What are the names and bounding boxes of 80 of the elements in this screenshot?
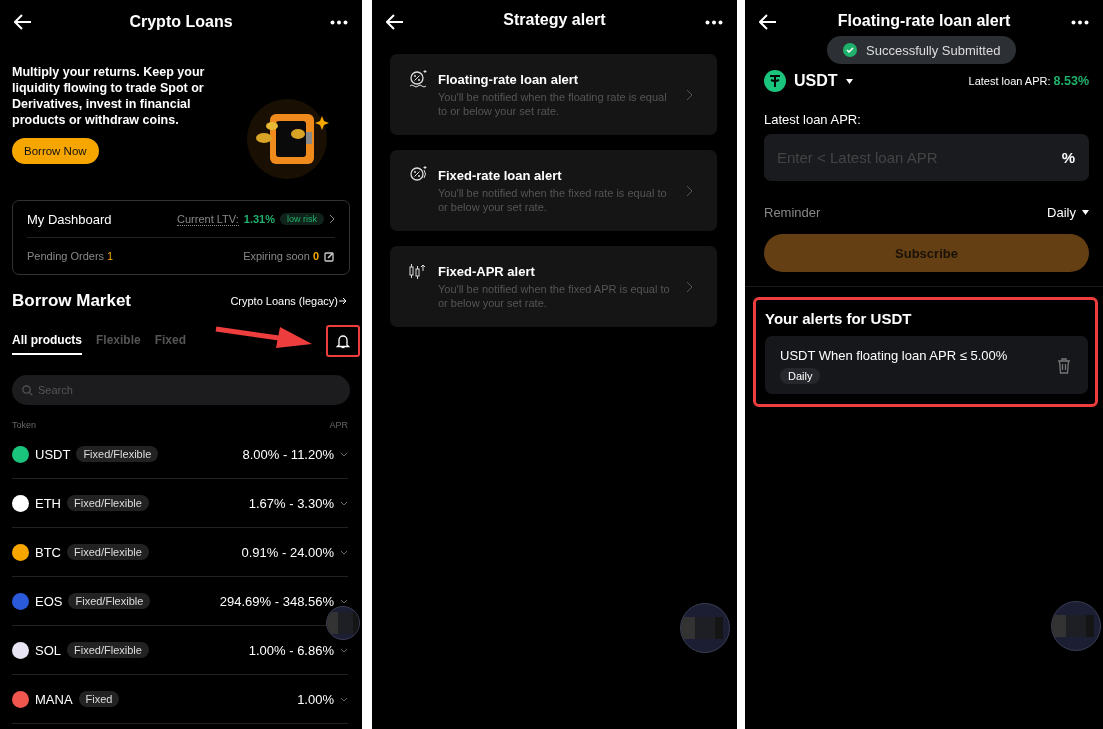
more-icon[interactable] [705, 19, 723, 25]
back-icon[interactable] [14, 14, 32, 30]
arrow-icon [339, 297, 348, 305]
alert-description: You'll be notified when the floating rate is equal to or below your set rate. [438, 89, 668, 118]
expand-icon[interactable] [340, 549, 348, 555]
chevron-icon [686, 280, 693, 293]
more-icon[interactable] [330, 19, 348, 25]
product-tag: Fixed/Flexible [76, 446, 159, 462]
expand-icon[interactable] [340, 451, 348, 457]
expand-icon[interactable] [340, 647, 348, 653]
token-name: EOS [35, 593, 63, 609]
screen-title: Floating-rate loan alert [837, 12, 1011, 30]
column-header: APR [329, 420, 348, 430]
percent-icon [408, 166, 428, 184]
product-tag: Fixed/Flexible [67, 495, 149, 511]
alert-title: Floating-rate loan alert [438, 71, 580, 87]
alert-title: Fixed-APR alert [438, 263, 536, 279]
alert-description: You'll be notified when the fixed APR is equal to or below your set rate. [438, 281, 671, 310]
success-icon [843, 43, 857, 57]
apr-range: 1.00% [297, 691, 334, 707]
percent-icon [408, 70, 428, 88]
dashboard-title: My Dashboard [27, 211, 112, 227]
unit-label: % [1061, 149, 1075, 166]
ltv-value: 1.31% [243, 213, 275, 225]
apr-range: 1.67% - 3.30% [248, 495, 334, 511]
reminder-dropdown[interactable]: Daily [1047, 205, 1089, 220]
token-name: BTC [35, 544, 61, 560]
back-icon[interactable] [759, 14, 777, 30]
caret-icon [845, 78, 853, 84]
legacy-link[interactable]: Crypto Loans (legacy) [230, 295, 348, 307]
chevron-icon [686, 184, 693, 197]
token-name: SOL [35, 642, 61, 658]
expiring-soon-label: Expiring soon 0 [243, 250, 319, 262]
pending-orders-label: Pending Orders 1 [27, 250, 114, 262]
borrow-now-button[interactable]: Borrow Now [12, 138, 99, 164]
expand-icon[interactable] [340, 598, 348, 604]
expand-icon[interactable] [340, 696, 348, 702]
search-icon [22, 385, 33, 396]
token-icon [764, 70, 786, 92]
risk-badge: low risk [280, 213, 324, 225]
bell-icon[interactable] [336, 333, 350, 349]
expand-icon[interactable] [340, 500, 348, 506]
filter-tab[interactable]: All products [12, 327, 82, 355]
column-header: Token [12, 420, 37, 430]
section-title: Your alerts for USDT [765, 310, 913, 327]
product-tag: Fixed/Flexible [68, 593, 151, 609]
frequency-tag: Daily [780, 368, 821, 384]
more-icon[interactable] [1071, 19, 1089, 25]
promo-text: Multiply your returns. Keep your liquidity flowing to trade Spot or Derivatives, invest in financial products or withdraw coins. [12, 64, 206, 128]
dashboard-card[interactable]: My Dashboard Current LTV: 1.31% low risk Pending Orders 1 Expiring soon 0 [12, 200, 350, 275]
screen-title: Strategy alert [503, 11, 606, 29]
latest-apr-label: Latest loan APR: 8.53% [968, 74, 1089, 88]
toast-message: Successfully Submitted [866, 42, 1001, 58]
apr-range: 294.69% - 348.56% [219, 593, 334, 609]
field-label: Latest loan APR: [764, 112, 862, 127]
apr-range: 1.00% - 6.86% [248, 642, 334, 658]
apr-range: 0.91% - 24.00% [241, 544, 334, 560]
ltv-label: Current LTV: [177, 212, 239, 226]
product-tag: Fixed/Flexible [67, 544, 149, 560]
screen-title: Crypto Loans [129, 13, 233, 31]
alert-option-card[interactable]: Floating-rate loan alert You'll be notified when the floating rate is equal to or below your set rate. [390, 54, 717, 135]
delete-icon[interactable] [1057, 358, 1071, 374]
reminder-label: Reminder [764, 205, 821, 220]
section-title: Borrow Market [12, 291, 132, 311]
back-icon[interactable] [386, 14, 404, 30]
product-tag: Fixed [78, 691, 120, 707]
alert-option-card[interactable]: Fixed-APR alert You'll be notified when the fixed APR is equal to or below your set rate. [390, 246, 717, 327]
apr-range: 8.00% - 11.20% [242, 446, 334, 462]
token-name: USDT [35, 446, 71, 462]
chevron-icon [686, 88, 693, 101]
token-selector[interactable]: USDT [764, 70, 853, 92]
caret-icon [1082, 210, 1089, 215]
edit-icon[interactable] [324, 250, 335, 262]
chevron-icon [329, 214, 335, 224]
candlestick-icon [408, 262, 428, 280]
product-tag: Fixed/Flexible [67, 642, 149, 658]
alert-title: Fixed-rate loan alert [438, 167, 563, 183]
alert-condition: USDT When floating loan APR ≤ 5.00% [780, 348, 1008, 363]
token-name: ETH [35, 495, 61, 511]
token-name: MANA [35, 691, 73, 707]
